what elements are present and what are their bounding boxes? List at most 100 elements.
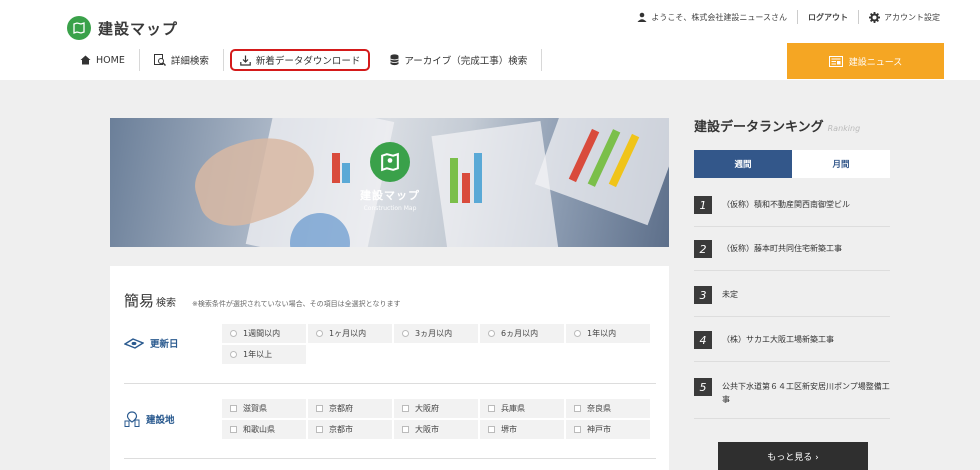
rank-number: 1 — [694, 196, 712, 214]
option-label: 1年以内 — [587, 329, 617, 338]
ranking-title: 建設データランキング Ranking — [694, 116, 890, 135]
hero-subtitle: Construction Map — [363, 205, 417, 212]
ranking-divider — [694, 316, 890, 317]
update-option-1year[interactable]: 1年以内 — [566, 324, 650, 343]
option-label: 6ヵ月以内 — [501, 329, 539, 338]
hero-banner: 建設マップ Construction Map — [110, 118, 669, 247]
update-option-1week[interactable]: 1週間以内 — [222, 324, 306, 343]
welcome-text: ようこそ、株式会社建設ニュースさん — [651, 12, 787, 22]
checkbox — [316, 426, 323, 433]
checkbox — [488, 405, 495, 412]
update-option-3months[interactable]: 3ヵ月以内 — [394, 324, 478, 343]
rank-number: 4 — [694, 331, 712, 349]
option-label: 和歌山県 — [243, 425, 275, 434]
ranking-title-text: 建設データランキング — [694, 120, 824, 135]
nav-detail-search-label: 詳細検索 — [170, 56, 209, 67]
update-date-label: 更新日 — [124, 336, 179, 350]
checkbox — [230, 426, 237, 433]
search-title: 簡易 検索 — [124, 290, 176, 311]
rank-number: 2 — [694, 240, 712, 258]
location-option-wakayama[interactable]: 和歌山県 — [222, 420, 306, 439]
simple-search-panel: 簡易 検索 ※検索条件が選択されていない場合、その項目は全選択となります 更新日 … — [110, 266, 669, 470]
construction-news-button[interactable]: 建設ニュース — [787, 43, 944, 79]
update-option-6months[interactable]: 6ヵ月以内 — [480, 324, 564, 343]
site-header: 建設マップ ようこそ、株式会社建設ニュースさん ログアウト アカウント設定 HO… — [0, 0, 980, 80]
radio-button — [230, 351, 237, 358]
construction-news-label: 建設ニュース — [848, 57, 903, 68]
nav-home-label: HOME — [96, 54, 125, 66]
search-title-small: 検索 — [156, 298, 177, 309]
nav-detail-search[interactable]: 詳細検索 — [140, 49, 224, 71]
radio-button — [488, 330, 495, 337]
building-pin-icon — [124, 411, 140, 427]
map-pin-icon — [67, 16, 91, 40]
checkbox — [316, 405, 323, 412]
rank-number: 5 — [694, 378, 712, 396]
site-logo[interactable]: 建設マップ — [67, 16, 178, 40]
location-option-osaka-pref[interactable]: 大阪府 — [394, 399, 478, 418]
option-label: 京都府 — [329, 404, 353, 413]
rank-text: （仮称）積和不動産関西南御堂ビル — [722, 200, 850, 209]
hero-bar — [474, 153, 482, 203]
section-divider — [124, 458, 656, 459]
location-option-kobe[interactable]: 神戸市 — [566, 420, 650, 439]
option-label: 堺市 — [501, 425, 517, 434]
location-option-kyoto-city[interactable]: 京都市 — [308, 420, 392, 439]
option-label: 大阪市 — [415, 425, 439, 434]
option-label: 1ヶ月以内 — [329, 329, 367, 338]
location-label-text: 建設地 — [146, 415, 175, 426]
tab-monthly[interactable]: 月間 — [792, 150, 890, 178]
see-more-button[interactable]: もっと見る › — [718, 442, 868, 470]
nav-new-data-download[interactable]: 新着データダウンロード — [229, 49, 371, 71]
update-option-1month[interactable]: 1ヶ月以内 — [308, 324, 392, 343]
section-divider — [124, 383, 656, 384]
radio-button — [230, 330, 237, 337]
divider — [797, 10, 798, 24]
search-header: 簡易 検索 ※検索条件が選択されていない場合、その項目は全選択となります — [124, 290, 400, 311]
location-option-sakai[interactable]: 堺市 — [480, 420, 564, 439]
update-date-options: 1週間以内 1ヶ月以内 3ヵ月以内 6ヵ月以内 1年以内 1年以上 — [222, 324, 650, 364]
location-option-hyogo[interactable]: 兵庫県 — [480, 399, 564, 418]
nav-home[interactable]: HOME — [68, 49, 140, 71]
update-option-over-1year[interactable]: 1年以上 — [222, 345, 306, 364]
ranking-divider — [694, 361, 890, 362]
location-label: 建設地 — [124, 411, 175, 427]
ranking-item[interactable]: 4 （株）サカエ大阪工場新築工事 — [694, 331, 890, 349]
home-icon — [80, 55, 91, 65]
map-pin-icon — [370, 142, 410, 182]
hero-bar — [450, 158, 458, 203]
ranking-item[interactable]: 3 未定 — [694, 286, 890, 304]
rank-text: （仮称）藤本町共同住宅新築工事 — [722, 244, 842, 253]
ranking-divider — [694, 418, 890, 419]
hero-bar — [462, 173, 470, 203]
ranking-item[interactable]: 1 （仮称）積和不動産関西南御堂ビル — [694, 196, 890, 214]
ranking-divider — [694, 226, 890, 227]
newspaper-icon — [828, 55, 843, 67]
rank-text: 公共下水道第６４工区新安居川ポンプ場整備工事 — [722, 382, 890, 404]
user-bar: ようこそ、株式会社建設ニュースさん ログアウト アカウント設定 — [637, 10, 940, 24]
radio-button — [402, 330, 409, 337]
ranking-panel: 建設データランキング Ranking 週間 月間 1 （仮称）積和不動産関西南御堂… — [694, 116, 890, 470]
location-option-osaka-city[interactable]: 大阪市 — [394, 420, 478, 439]
tab-weekly[interactable]: 週間 — [694, 150, 792, 178]
radio-button — [574, 330, 581, 337]
update-date-label-text: 更新日 — [150, 339, 179, 350]
location-option-shiga[interactable]: 滋賀県 — [222, 399, 306, 418]
checkbox — [402, 405, 409, 412]
hero-title: 建設マップ — [360, 189, 420, 202]
hero-bar — [342, 163, 350, 183]
search-title-main: 簡易 — [124, 292, 155, 310]
logout-link[interactable]: ログアウト — [808, 12, 848, 23]
main-nav: HOME 詳細検索 新着データダウンロード アーカイブ（完成工事）検索 — [68, 48, 543, 72]
account-settings-link[interactable]: アカウント設定 — [869, 11, 940, 23]
location-option-nara[interactable]: 奈良県 — [566, 399, 650, 418]
ranking-item[interactable]: 2 （仮称）藤本町共同住宅新築工事 — [694, 240, 890, 258]
nav-archive-search[interactable]: アーカイブ（完成工事）検索 — [376, 49, 543, 71]
ranking-item[interactable]: 5 公共下水道第６４工区新安居川ポンプ場整備工事 — [694, 378, 890, 406]
rank-number: 3 — [694, 286, 712, 304]
welcome-message: ようこそ、株式会社建設ニュースさん — [637, 12, 787, 23]
location-option-kyoto-pref[interactable]: 京都府 — [308, 399, 392, 418]
search-note: ※検索条件が選択されていない場合、その項目は全選択となります — [192, 300, 401, 308]
user-icon — [637, 12, 647, 22]
ranking-subtitle: Ranking — [827, 124, 861, 133]
